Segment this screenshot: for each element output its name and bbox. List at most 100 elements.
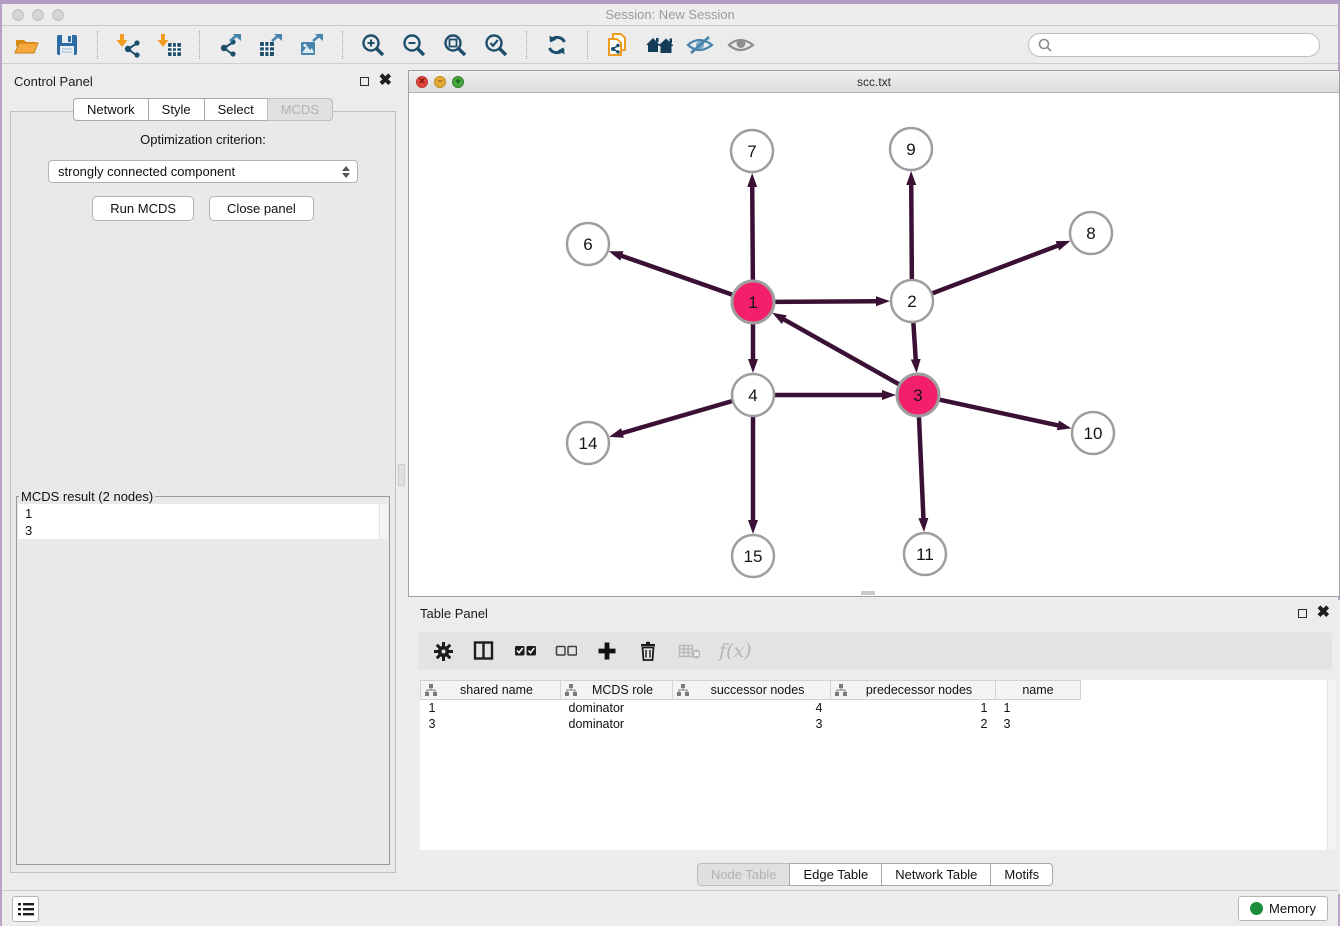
export-network-icon[interactable]: [216, 31, 244, 59]
window-resize-handle[interactable]: [861, 591, 875, 595]
float-panel-icon[interactable]: [360, 77, 369, 86]
graph-node-14[interactable]: 14: [567, 422, 609, 464]
graph-edge-1-6[interactable]: [621, 256, 733, 295]
graph-edge-2-9[interactable]: [911, 184, 912, 280]
graph-edge-4-14[interactable]: [622, 401, 733, 433]
zoom-selected-icon[interactable]: [482, 31, 510, 59]
cell-shared-name[interactable]: 1: [421, 700, 561, 716]
open-session-icon[interactable]: [12, 31, 40, 59]
cell-name[interactable]: 3: [996, 716, 1081, 732]
run-mcds-button[interactable]: Run MCDS: [92, 196, 194, 221]
tab-edge-table[interactable]: Edge Table: [789, 863, 882, 886]
tab-network[interactable]: Network: [73, 98, 149, 121]
graph-node-8[interactable]: 8: [1070, 212, 1112, 254]
import-network-icon[interactable]: [114, 31, 142, 59]
tab-style[interactable]: Style: [148, 98, 205, 121]
cell-mcds-role[interactable]: dominator: [561, 700, 673, 716]
list-icon: [17, 901, 35, 917]
cell-successor-nodes[interactable]: 3: [673, 716, 831, 732]
tab-node-table[interactable]: Node Table: [697, 863, 791, 886]
cell-successor-nodes[interactable]: 4: [673, 700, 831, 716]
delete-column-icon[interactable]: [637, 640, 659, 662]
column-header-name[interactable]: name: [996, 681, 1081, 700]
column-type-icon: [677, 684, 689, 696]
zoom-out-icon[interactable]: [400, 31, 428, 59]
graph-edge-3-11[interactable]: [919, 416, 924, 519]
graph-node-9[interactable]: 9: [890, 128, 932, 170]
graph-edge-3-10[interactable]: [939, 399, 1059, 425]
network-window-titlebar[interactable]: ✕ − + scc.txt: [409, 71, 1339, 93]
network-graph[interactable]: 7 9 6 8 1 2 4 3 14 10 15 11: [409, 93, 1339, 596]
mcds-result-list[interactable]: 1 3: [18, 504, 388, 539]
clone-network-icon[interactable]: [604, 31, 632, 59]
result-scrollbar[interactable]: [379, 504, 388, 539]
graph-edge-2-3[interactable]: [913, 322, 915, 360]
graph-node-4[interactable]: 4: [732, 374, 774, 416]
tab-network-table[interactable]: Network Table: [881, 863, 991, 886]
float-table-panel-icon[interactable]: [1298, 609, 1307, 618]
graph-edge-1-7[interactable]: [752, 186, 753, 281]
cell-name[interactable]: 1: [996, 700, 1081, 716]
refresh-icon[interactable]: [543, 31, 571, 59]
hide-selected-icon[interactable]: [686, 31, 714, 59]
task-history-button[interactable]: [12, 896, 39, 922]
control-panel-tabs: Network Style Select MCDS: [2, 98, 404, 121]
memory-button[interactable]: Memory: [1238, 896, 1328, 921]
graph-node-1[interactable]: 1: [732, 281, 774, 323]
column-header-predecessor-nodes[interactable]: predecessor nodes: [831, 681, 996, 700]
cell-shared-name[interactable]: 3: [421, 716, 561, 732]
graph-node-11[interactable]: 11: [904, 533, 946, 575]
graph-node-3[interactable]: 3: [897, 374, 939, 416]
cell-predecessor-nodes[interactable]: 1: [831, 700, 996, 716]
table-toolbar: f(x): [418, 632, 1332, 670]
control-panel: Control Panel ✖ Network Style Select MCD…: [2, 68, 404, 881]
table-row[interactable]: 3 dominator 3 2 3: [421, 716, 1081, 732]
close-table-panel-icon[interactable]: ✖: [1317, 608, 1330, 618]
save-session-icon[interactable]: [53, 31, 81, 59]
graph-node-7[interactable]: 7: [731, 130, 773, 172]
column-header-successor-nodes[interactable]: successor nodes: [673, 681, 831, 700]
mcds-result-group: MCDS result (2 nodes) 1 3: [16, 489, 390, 865]
memory-label: Memory: [1269, 901, 1316, 916]
export-table-icon[interactable]: [257, 31, 285, 59]
zoom-fit-icon[interactable]: [441, 31, 469, 59]
column-header-shared-name[interactable]: shared name: [421, 681, 561, 700]
add-column-icon[interactable]: [596, 640, 618, 662]
deselect-all-icon[interactable]: [555, 640, 577, 662]
panel-splitter-handle[interactable]: [398, 464, 405, 486]
zoom-in-icon[interactable]: [359, 31, 387, 59]
criterion-dropdown[interactable]: strongly connected component: [48, 160, 358, 183]
function-builder-icon: f(x): [719, 640, 752, 662]
tab-mcds[interactable]: MCDS: [267, 98, 333, 121]
search-field[interactable]: [1028, 33, 1320, 57]
cell-mcds-role[interactable]: dominator: [561, 716, 673, 732]
select-all-icon[interactable]: [514, 640, 536, 662]
home-icon[interactable]: [645, 31, 673, 59]
table-scrollbar[interactable]: [1327, 680, 1336, 850]
graph-edge-3-1[interactable]: [783, 319, 899, 385]
graph-edge-1-2[interactable]: [774, 301, 877, 302]
svg-text:7: 7: [747, 142, 756, 161]
show-all-icon[interactable]: [727, 31, 755, 59]
graph-node-2[interactable]: 2: [891, 280, 933, 322]
table-panel-header: Table Panel ✖: [408, 600, 1340, 626]
graph-node-15[interactable]: 15: [732, 535, 774, 577]
column-header-mcds-role[interactable]: MCDS role: [561, 681, 673, 700]
close-panel-icon[interactable]: ✖: [379, 76, 392, 86]
close-panel-button[interactable]: Close panel: [209, 196, 314, 221]
graph-node-6[interactable]: 6: [567, 223, 609, 265]
graph-node-10[interactable]: 10: [1072, 412, 1114, 454]
column-view-icon[interactable]: [473, 640, 495, 662]
tab-motifs[interactable]: Motifs: [990, 863, 1053, 886]
gear-icon[interactable]: [432, 640, 454, 662]
network-canvas[interactable]: 7 9 6 8 1 2 4 3 14 10 15 11: [409, 93, 1339, 596]
search-input[interactable]: [1053, 37, 1319, 53]
graph-edge-2-8[interactable]: [932, 245, 1059, 293]
import-table-icon[interactable]: [155, 31, 183, 59]
toolbar-separator: [587, 31, 588, 59]
tab-select[interactable]: Select: [204, 98, 268, 121]
svg-text:4: 4: [748, 386, 757, 405]
export-image-icon[interactable]: [298, 31, 326, 59]
table-row[interactable]: 1 dominator 4 1 1: [421, 700, 1081, 716]
cell-predecessor-nodes[interactable]: 2: [831, 716, 996, 732]
